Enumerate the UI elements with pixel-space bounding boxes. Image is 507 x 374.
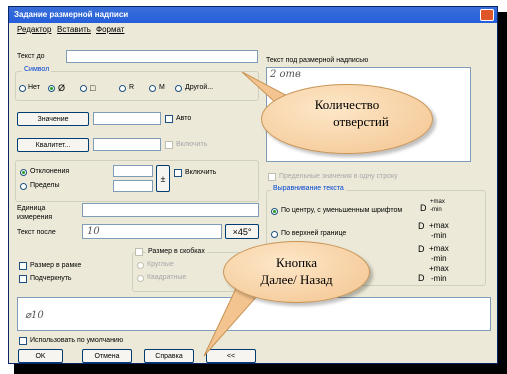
menu-editor[interactable]: Редактор (17, 25, 51, 34)
value-button[interactable]: Значение (17, 112, 89, 126)
preview-text: ⌀10 (25, 310, 44, 321)
symbol-diameter-radio[interactable] (48, 85, 55, 92)
alignment-group-title: Выравнивание текста (271, 185, 346, 192)
sample-top-d: D (418, 221, 425, 231)
close-button[interactable] (480, 9, 494, 21)
unit-input[interactable] (82, 203, 259, 217)
align-center-label: По центру, с уменьшенным шрифтом (281, 207, 403, 214)
text-after-input[interactable]: 10 (82, 224, 222, 239)
qualitet-enable-label: Включить (176, 141, 208, 148)
deviations-label: Отклонения (30, 168, 70, 175)
symbol-other-radio[interactable] (175, 85, 182, 92)
round-brackets-radio[interactable] (137, 262, 144, 269)
sample-center-min: -min (430, 207, 442, 213)
brackets-label: Размер в скобках (146, 248, 207, 255)
symbol-metric-radio[interactable] (149, 85, 156, 92)
menu-format[interactable]: Формат (96, 25, 124, 34)
symbol-diameter-label: Ø (58, 83, 66, 93)
sample-3-min: -min (431, 254, 447, 263)
holes-callout-line2: отверстий (333, 114, 389, 129)
symbol-none-label: Нет (28, 84, 40, 91)
underline-checkbox[interactable] (19, 275, 27, 283)
nav-callout-line2: Далее/ Назад (260, 272, 333, 287)
window-title: Задание размерной надписи (14, 10, 129, 19)
qualitet-input[interactable] (93, 138, 161, 151)
limits-one-line-label: Предельные значения в одну строку (279, 173, 398, 180)
text-before-label: Текст до (17, 53, 45, 60)
symbol-metric-label: M (159, 84, 165, 91)
symbol-radius-radio[interactable] (119, 85, 126, 92)
ok-button[interactable]: OK (18, 349, 63, 363)
symbol-square-radio[interactable] (80, 85, 87, 92)
symbol-other-label: Другой... (185, 84, 214, 91)
align-top-label: По верхней границе (281, 230, 347, 237)
plus-minus-button[interactable]: ± (156, 165, 170, 192)
deviations-radio[interactable] (20, 169, 27, 176)
sample-4-max: +max (429, 264, 449, 273)
nav-callout-line1: Кнопка (276, 255, 317, 270)
size-in-frame-checkbox[interactable] (19, 262, 27, 270)
value-input[interactable] (93, 112, 161, 125)
sample-4-min: -min (431, 274, 447, 283)
use-default-checkbox[interactable] (19, 337, 27, 345)
qualitet-button[interactable]: Квалитет... (17, 138, 89, 152)
size-in-frame-label: Размер в рамке (30, 262, 82, 269)
sample-3-max: +max (429, 244, 449, 253)
deviations-enable-checkbox[interactable] (174, 169, 182, 177)
text-before-input[interactable] (66, 50, 258, 63)
symbol-radius-label: R (129, 84, 135, 91)
align-center-radio[interactable] (271, 208, 278, 215)
sample-4-d: D (418, 273, 425, 283)
brackets-checkbox[interactable] (135, 248, 143, 256)
unit-label: Единица измерения (17, 205, 53, 221)
help-button[interactable]: Справка (144, 349, 194, 363)
symbol-square-label: □ (90, 83, 96, 93)
qualitet-enable-checkbox[interactable] (165, 141, 173, 149)
upper-deviation-input[interactable] (113, 165, 153, 177)
limits-radio[interactable] (20, 183, 27, 190)
use-default-label: Использовать по умолчанию (30, 337, 124, 344)
sample-center-d: D (420, 203, 427, 213)
sample-3-d: D (418, 244, 425, 254)
holes-callout-line1: Количество (314, 97, 380, 112)
underline-label: Подчеркнуть (30, 275, 72, 282)
cancel-button[interactable]: Отмена (82, 349, 132, 363)
sample-top-min: -min (431, 231, 447, 240)
menu-insert[interactable]: Вставить (57, 25, 91, 34)
limits-one-line-checkbox[interactable] (268, 173, 276, 181)
symbol-group-title: Символ (22, 66, 52, 73)
title-bar: Задание размерной надписи (9, 7, 497, 23)
square-brackets-radio[interactable] (137, 275, 144, 282)
sample-top-max: +max (429, 221, 449, 230)
auto-checkbox[interactable] (165, 115, 173, 123)
round-brackets-label: Круглые (147, 261, 174, 268)
auto-label: Авто (176, 115, 192, 122)
limits-label: Пределы (30, 182, 60, 189)
multiplier-45-button[interactable]: ×45° (225, 224, 259, 239)
text-after-label: Текст после (17, 229, 56, 236)
symbol-none-radio[interactable] (19, 85, 26, 92)
holes-callout: Количество отверстий (261, 84, 433, 154)
text-under-label: Текст под размерной надписью (266, 57, 369, 64)
square-brackets-label: Квадратные (147, 274, 187, 281)
sample-center-max: +max (430, 199, 445, 205)
deviations-enable-label: Включить (185, 169, 217, 176)
align-top-radio[interactable] (271, 231, 278, 238)
lower-deviation-input[interactable] (113, 180, 153, 192)
menu-bar: Редактор Вставить Формат (9, 24, 497, 36)
nav-callout: Кнопка Далее/ Назад (223, 241, 370, 303)
